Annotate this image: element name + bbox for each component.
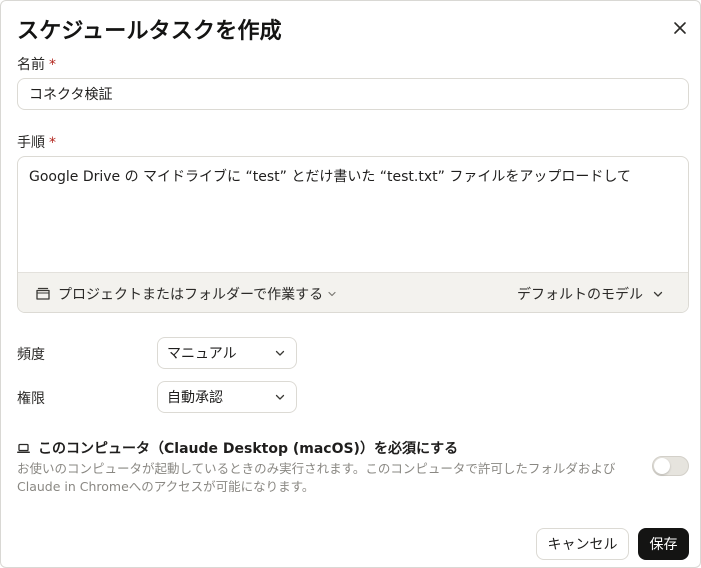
- name-input[interactable]: [17, 78, 689, 110]
- name-label-text: 名前: [17, 57, 45, 73]
- permission-label: 権限: [17, 391, 45, 407]
- computer-requirement-label: このコンピュータ（Claude Desktop (macOS)）を必須にする: [38, 441, 459, 457]
- chevron-down-icon: [327, 289, 337, 299]
- project-folder-button[interactable]: プロジェクトまたはフォルダーで作業する: [35, 284, 337, 304]
- frequency-label: 頻度: [17, 347, 45, 363]
- project-folder-label: プロジェクトまたはフォルダーで作業する: [58, 287, 324, 303]
- chevron-down-icon: [274, 347, 286, 359]
- permission-select[interactable]: 自動承認: [157, 381, 297, 413]
- steps-textarea[interactable]: Google Drive の マイドライブに “test” とだけ書いた “te…: [17, 156, 689, 313]
- name-label: 名前 *: [17, 54, 56, 74]
- close-button[interactable]: [669, 17, 691, 39]
- steps-label-text: 手順: [17, 135, 45, 151]
- folder-icon: [35, 287, 51, 301]
- frequency-select[interactable]: マニュアル: [157, 337, 297, 369]
- permission-value: 自動承認: [167, 390, 223, 406]
- computer-requirement-title: このコンピュータ（Claude Desktop (macOS)）を必須にする: [17, 438, 458, 458]
- save-button[interactable]: 保存: [638, 528, 689, 560]
- frequency-value: マニュアル: [167, 346, 237, 362]
- close-icon: [674, 22, 686, 34]
- schedule-task-dialog: スケジュールタスクを作成 名前* 手順* Google Drive の マイドラ…: [0, 0, 701, 568]
- laptop-icon: [17, 443, 30, 454]
- model-select-button[interactable]: デフォルトのモデル: [517, 284, 664, 304]
- chevron-down-icon: [274, 391, 286, 403]
- computer-requirement-toggle[interactable]: [652, 456, 689, 476]
- cancel-button[interactable]: キャンセル: [536, 528, 629, 560]
- toggle-knob: [654, 458, 670, 474]
- steps-toolbar: プロジェクトまたはフォルダーで作業する デフォルトのモデル: [18, 272, 688, 312]
- required-mark: *: [49, 57, 56, 73]
- computer-requirement-description: お使いのコンピュータが起動しているときのみ実行されます。このコンピュータで許可し…: [17, 461, 616, 494]
- model-label: デフォルトのモデル: [517, 287, 643, 303]
- dialog-title: スケジュールタスクを作成: [17, 19, 282, 44]
- steps-label: 手順 *: [17, 132, 56, 152]
- chevron-down-icon: [652, 288, 664, 300]
- required-mark: *: [49, 135, 56, 151]
- steps-text[interactable]: Google Drive の マイドライブに “test” とだけ書いた “te…: [29, 166, 631, 186]
